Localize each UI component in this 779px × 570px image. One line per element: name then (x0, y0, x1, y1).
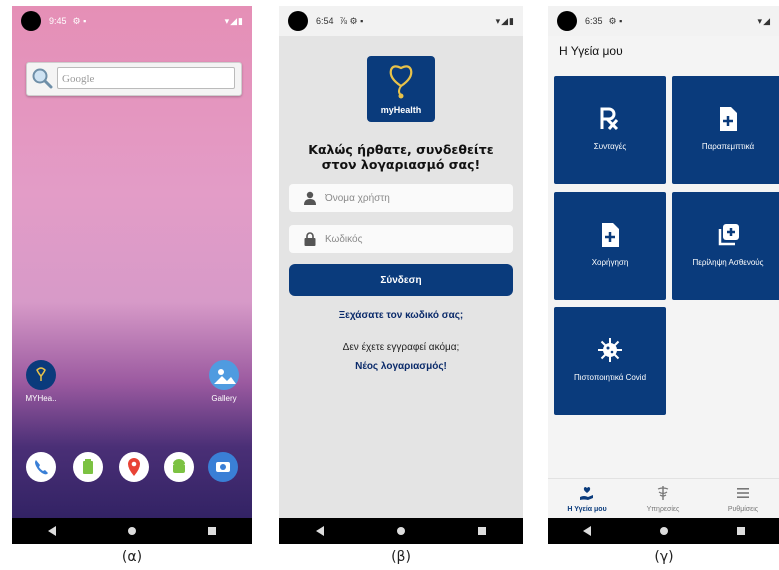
app-label: MYHea.. (25, 394, 57, 403)
home-icon[interactable] (128, 527, 136, 535)
logo-text: myHealth (380, 105, 422, 115)
status-time: 6:35 (585, 16, 603, 26)
navigation-bar (548, 518, 779, 544)
files-app-icon[interactable] (73, 452, 103, 482)
back-icon[interactable] (315, 526, 324, 536)
gallery-app-shortcut[interactable]: Gallery (199, 360, 249, 403)
recents-icon[interactable] (478, 527, 487, 535)
maps-app-icon[interactable] (119, 452, 149, 482)
camera-cutout (557, 11, 577, 31)
password-input[interactable] (325, 229, 505, 249)
tile-label: Χορήγηση (591, 258, 629, 267)
signal-battery-icon: ▾◢ (757, 15, 771, 26)
myhealth-app-shortcut[interactable]: MYHea.. (16, 360, 66, 403)
camera-cutout (21, 11, 41, 31)
copy-plus-icon (718, 224, 739, 246)
new-account-link[interactable]: Νέος λογαριασμός! (279, 361, 523, 372)
not-registered-text: Δεν έχετε εγγραφεί ακόμα; (342, 342, 460, 353)
welcome-heading: Καλώς ήρθατε, συνδεθείτε στον λογαριασμό… (308, 142, 494, 172)
nav-label: Ρυθμίσεις (727, 506, 759, 513)
home-icon[interactable] (659, 527, 668, 535)
myhealth-app-icon (26, 360, 56, 390)
back-icon[interactable] (582, 526, 591, 536)
status-bar: 9:45 ⚙ ▪ ▾◢▮ (12, 6, 252, 36)
status-icons: ⅞ ⚙ ▪ (339, 15, 364, 26)
virus-icon (598, 338, 622, 362)
heart-stethoscope-icon (389, 65, 413, 99)
tile-patient-summary[interactable]: Περίληψη Ασθενούς (672, 192, 779, 300)
lock-icon (304, 232, 316, 246)
nav-label: Η Υγεία μου (567, 506, 607, 513)
forgot-password-link[interactable]: Ξεχάσατε τον κωδικό σας; (279, 310, 523, 321)
caption-b: (β) (391, 549, 411, 565)
nav-my-health[interactable]: Η Υγεία μου (552, 485, 622, 513)
google-search-widget[interactable]: Google (26, 62, 242, 96)
phone-home-screen: 9:45 ⚙ ▪ ▾◢▮ Google MYHea.. Gallery (12, 6, 252, 544)
status-icons: ⚙ ▪ (72, 15, 87, 26)
signal-battery-icon: ▾◢▮ (224, 15, 244, 26)
caduceus-icon (657, 486, 669, 500)
menu-icon (737, 488, 749, 498)
nav-services[interactable]: Υπηρεσίες (628, 485, 698, 513)
username-field[interactable] (289, 184, 513, 212)
username-input[interactable] (325, 188, 505, 208)
status-time: 9:45 (49, 16, 67, 26)
tile-label: Παραπεμπτικά (701, 142, 755, 151)
tile-label: Πιστοποιητικά Covid (573, 373, 647, 382)
app-label: Gallery (211, 394, 237, 403)
login-button[interactable]: Σύνδεση (289, 264, 513, 296)
app-dock (12, 449, 252, 489)
tile-label: Περίληψη Ασθενούς (692, 258, 764, 267)
heart-hand-icon (580, 487, 593, 500)
tile-covid-certificates[interactable]: Πιστοποιητικά Covid (554, 307, 666, 415)
tile-referrals[interactable]: Παραπεμπτικά (672, 76, 779, 184)
signal-battery-icon: ▾◢▮ (495, 15, 515, 26)
gallery-app-icon (209, 360, 239, 390)
recents-icon[interactable] (736, 527, 745, 535)
user-icon (304, 191, 316, 205)
status-bar: 6:54 ⅞ ⚙ ▪ ▾◢▮ (279, 6, 523, 36)
recents-icon[interactable] (208, 527, 216, 535)
rx-icon (600, 107, 619, 131)
navigation-bar (12, 518, 252, 544)
tile-label: Συνταγές (593, 142, 627, 151)
nav-settings[interactable]: Ρυθμίσεις (708, 485, 778, 513)
phone-app-icon[interactable] (26, 452, 56, 482)
status-time: 6:54 (316, 16, 334, 26)
camera-cutout (288, 11, 308, 31)
document-plus-icon (602, 223, 619, 247)
back-icon[interactable] (48, 526, 56, 536)
status-bar: 6:35 ⚙ ▪ ▾◢ (548, 6, 779, 36)
password-field[interactable] (289, 225, 513, 253)
bottom-navigation: Η Υγεία μου Υπηρεσίες Ρυθμίσεις (548, 478, 779, 519)
myhealth-logo: myHealth (367, 56, 435, 122)
tile-prescriptions[interactable]: Συνταγές (554, 76, 666, 184)
page-title: Η Υγεία μου (559, 44, 623, 58)
phone-dashboard-screen: 6:35 ⚙ ▪ ▾◢ Η Υγεία μου Συνταγές Παραπεμ… (548, 6, 779, 544)
home-icon[interactable] (396, 527, 405, 535)
status-icons: ⚙ ▪ (608, 15, 623, 26)
caption-a: (α) (121, 549, 143, 565)
camera-app-icon[interactable] (208, 452, 238, 482)
nav-label: Υπηρεσίες (646, 506, 680, 513)
navigation-bar (279, 518, 523, 544)
phone-login-screen: 6:54 ⅞ ⚙ ▪ ▾◢▮ myHealth Καλώς ήρθατε, συ… (279, 6, 523, 544)
document-plus-icon (720, 107, 737, 131)
search-icon (32, 68, 53, 89)
android-app-icon[interactable] (164, 452, 194, 482)
caption-c: (γ) (654, 549, 674, 565)
search-input[interactable]: Google (57, 67, 235, 89)
tile-administration[interactable]: Χορήγηση (554, 192, 666, 300)
